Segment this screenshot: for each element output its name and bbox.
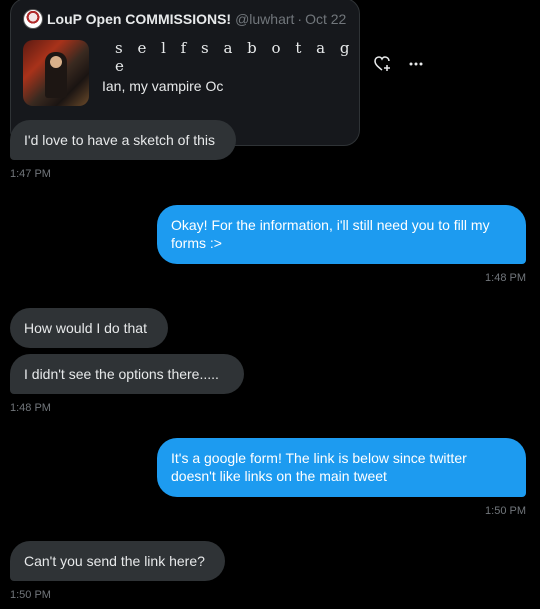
tweet-image-thumbnail[interactable]: [23, 40, 89, 106]
thumbnail-face: [50, 56, 62, 68]
more-icon[interactable]: [406, 56, 426, 74]
tweet-date: Oct 22: [305, 11, 347, 27]
message-sent-2[interactable]: It's a google form! The link is below si…: [157, 438, 526, 497]
tweet-title: s e l f s a b o t a g e: [115, 39, 355, 75]
heart-plus-icon[interactable]: [373, 56, 393, 74]
message-received-4[interactable]: Can't you send the link here?: [10, 541, 225, 581]
message-received-2[interactable]: How would I do that: [10, 308, 168, 348]
author-name[interactable]: LouP Open COMMISSIONS!: [47, 11, 231, 27]
timestamp-4: 1:50 PM: [485, 505, 526, 517]
message-received-3[interactable]: I didn't see the options there.....: [10, 354, 244, 394]
author-avatar[interactable]: [23, 9, 43, 29]
separator-dot: ·: [297, 11, 303, 27]
message-received-1[interactable]: I'd love to have a sketch of this: [10, 120, 236, 160]
tweet-description: Ian, my vampire Oc: [102, 78, 224, 94]
author-handle: @luwhart: [235, 11, 295, 27]
timestamp-3: 1:48 PM: [10, 402, 51, 414]
timestamp-2: 1:48 PM: [485, 272, 526, 284]
tweet-author-row: LouP Open COMMISSIONS! @luwhart · Oct 22: [23, 8, 346, 30]
message-sent-1[interactable]: Okay! For the information, i'll still ne…: [157, 205, 526, 264]
timestamp-5: 1:50 PM: [10, 589, 51, 601]
timestamp-1: 1:47 PM: [10, 168, 51, 180]
